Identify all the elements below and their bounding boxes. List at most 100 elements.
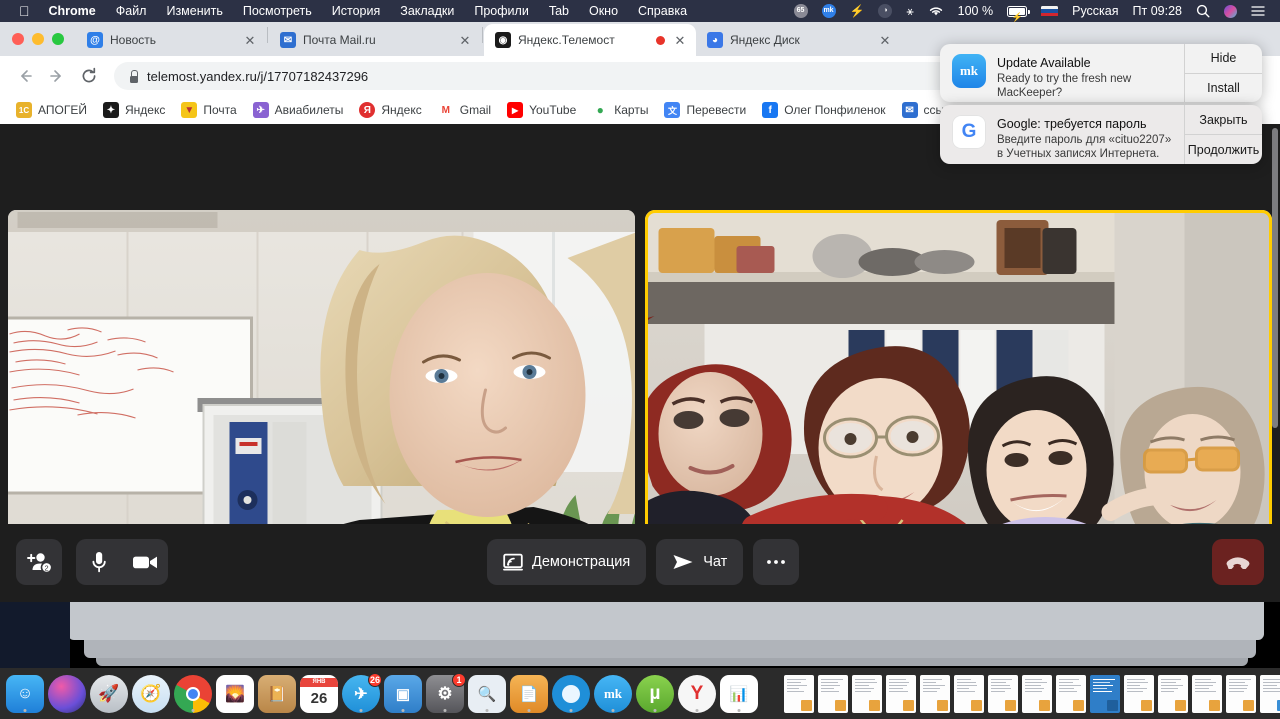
bookmark-apogey[interactable]: 1CАПОГЕЙ <box>8 99 95 121</box>
menu-tab[interactable]: Tab <box>539 0 579 22</box>
dock-app-yandex-browser[interactable]: Y <box>678 675 716 713</box>
dock-minimized-document[interactable] <box>1056 675 1086 713</box>
hangup-button[interactable] <box>1212 539 1264 585</box>
dock-minimized-document[interactable] <box>1226 675 1256 713</box>
bookmark-gmail[interactable]: MGmail <box>430 99 499 121</box>
close-window-button[interactable] <box>12 33 24 45</box>
dock-app-contacts[interactable]: 📔 <box>258 675 296 713</box>
dock-minimized-document[interactable] <box>1192 675 1222 713</box>
bluetooth-icon[interactable]: ⚹ <box>899 0 920 22</box>
bookmark-aviabilety[interactable]: ✈Авиабилеты <box>245 99 352 121</box>
tab-yandex-disk[interactable]: ◕ Яндекс Диск ✕ <box>696 24 901 56</box>
dock-minimized-document[interactable] <box>852 675 882 713</box>
shazam-icon[interactable]: ⚡ <box>843 0 872 22</box>
tab-mail-ru[interactable]: ✉ Почта Mail.ru ✕ <box>269 24 481 56</box>
menu-file[interactable]: Файл <box>106 0 157 22</box>
reload-icon[interactable] <box>74 61 104 91</box>
tab-yandex-telemost[interactable]: ◉ Яндекс.Телемост ✕ <box>484 24 696 56</box>
bookmark-perevesti[interactable]: 文Перевести <box>656 99 754 121</box>
back-arrow-icon[interactable] <box>10 61 40 91</box>
dock-minimized-document[interactable] <box>784 675 814 713</box>
tab-close-icon[interactable]: ✕ <box>242 32 258 48</box>
dock-app-dropbox[interactable] <box>552 675 590 713</box>
more-options-button[interactable] <box>753 539 799 585</box>
maximize-window-button[interactable] <box>52 33 64 45</box>
dock-app-preview[interactable]: 🔍 <box>468 675 506 713</box>
menu-profiles[interactable]: Профили <box>464 0 538 22</box>
moon-icon[interactable]: ◑ <box>871 4 899 18</box>
bookmark-label: Олег Понфиленок <box>784 103 885 117</box>
dock-minimized-document[interactable] <box>1022 675 1052 713</box>
tab-recording-indicator-icon[interactable] <box>656 36 665 45</box>
dock-app-photos[interactable]: 🌄 <box>216 675 254 713</box>
dock-app-finder[interactable]: ☺ <box>6 675 44 713</box>
control-center-icon[interactable] <box>1244 5 1272 17</box>
bookmark-oleg-ponfilenok[interactable]: f Олег Понфиленок <box>754 99 893 121</box>
bookmark-yandex-2[interactable]: ЯЯндекс <box>351 99 429 121</box>
clock-label[interactable]: Пт 09:28 <box>1126 0 1189 22</box>
dock-minimized-document[interactable] <box>818 675 848 713</box>
dock-app-system-preferences[interactable]: ⚙1 <box>426 675 464 713</box>
menu-view[interactable]: Посмотреть <box>233 0 322 22</box>
continue-button[interactable]: Продолжить <box>1185 134 1262 164</box>
minimize-window-button[interactable] <box>32 33 44 45</box>
battery-icon[interactable]: ⚡ <box>1000 6 1034 17</box>
dock-app-pages[interactable]: 📄 <box>510 675 548 713</box>
dock-app-siri[interactable] <box>48 675 86 713</box>
menu-edit[interactable]: Изменить <box>156 0 232 22</box>
dock-minimized-document[interactable] <box>920 675 950 713</box>
dock-app-safari[interactable]: 🧭 <box>132 675 170 713</box>
flag-icon[interactable] <box>1034 6 1065 17</box>
dock-app-mackeeper[interactable]: mk <box>594 675 632 713</box>
dock-app-utorrent[interactable]: µ <box>636 675 674 713</box>
menu-bookmarks[interactable]: Закладки <box>390 0 464 22</box>
dock-minimized-document[interactable] <box>1158 675 1188 713</box>
dock-minimized-document[interactable] <box>886 675 916 713</box>
apple-menu-icon[interactable]:  <box>10 0 39 22</box>
dock-app-keynote[interactable]: ▣ <box>384 675 422 713</box>
microphone-button[interactable] <box>76 539 122 585</box>
bookmark-karty[interactable]: ●Карты <box>584 99 656 121</box>
dock-app-telegram[interactable]: ✈26 <box>342 675 380 713</box>
bookmark-yandex[interactable]: ✦Яндекс <box>95 99 173 121</box>
dock-app-chrome[interactable] <box>174 675 212 713</box>
camera-button[interactable] <box>122 539 168 585</box>
dock-app-numbers[interactable]: 📊 <box>720 675 758 713</box>
screentime-icon[interactable]: 65 <box>787 4 815 18</box>
menu-help[interactable]: Справка <box>628 0 697 22</box>
dock-minimized-document[interactable] <box>1124 675 1154 713</box>
tab-novost[interactable]: @ Новость ✕ <box>76 24 266 56</box>
tab-close-icon[interactable]: ✕ <box>672 32 688 48</box>
bookmark-pochta[interactable]: ▼Почта <box>173 99 244 121</box>
menu-window[interactable]: Окно <box>579 0 628 22</box>
tab-close-icon[interactable]: ✕ <box>877 32 893 48</box>
tab-close-icon[interactable]: ✕ <box>457 32 473 48</box>
input-language-label[interactable]: Русская <box>1065 0 1125 22</box>
dock-minimized-document[interactable] <box>988 675 1018 713</box>
hide-button[interactable]: Hide <box>1185 44 1262 73</box>
wifi-icon[interactable] <box>921 5 951 17</box>
forward-arrow-icon[interactable] <box>42 61 72 91</box>
menu-history[interactable]: История <box>322 0 390 22</box>
bookmark-favicon-icon: f <box>762 102 778 118</box>
chat-button[interactable]: Чат <box>656 539 743 585</box>
dock-app-calendar[interactable]: ЯНВ26 <box>300 675 338 713</box>
notification-mackeeper[interactable]: mk Update Available Ready to try the fre… <box>940 44 1262 102</box>
mackeeper-icon[interactable]: mk <box>815 4 843 18</box>
video-tile-tatyana[interactable]: Татьяна Лобарева Лицей Надежда Сибири Но… <box>8 210 635 565</box>
notification-google-password[interactable]: G Google: требуется пароль Введите парол… <box>940 105 1262 164</box>
video-tile-guest[interactable]: Гость <box>645 210 1272 565</box>
install-button[interactable]: Install <box>1185 73 1262 103</box>
dock-minimized-document[interactable] <box>1260 675 1280 713</box>
page-vertical-scrollbar[interactable] <box>1272 128 1278 568</box>
bookmark-youtube[interactable]: ▶YouTube <box>499 99 584 121</box>
add-participant-button[interactable]: 2 <box>16 539 62 585</box>
search-icon[interactable] <box>1189 4 1217 18</box>
dock-app-launchpad[interactable]: 🚀 <box>90 675 128 713</box>
dock-minimized-spreadsheet[interactable] <box>1090 675 1120 713</box>
share-screen-button[interactable]: Демонстрация <box>487 539 646 585</box>
dock-minimized-document[interactable] <box>954 675 984 713</box>
menu-chrome[interactable]: Chrome <box>39 0 106 22</box>
close-button[interactable]: Закрыть <box>1185 105 1262 134</box>
siri-icon[interactable] <box>1217 5 1244 18</box>
